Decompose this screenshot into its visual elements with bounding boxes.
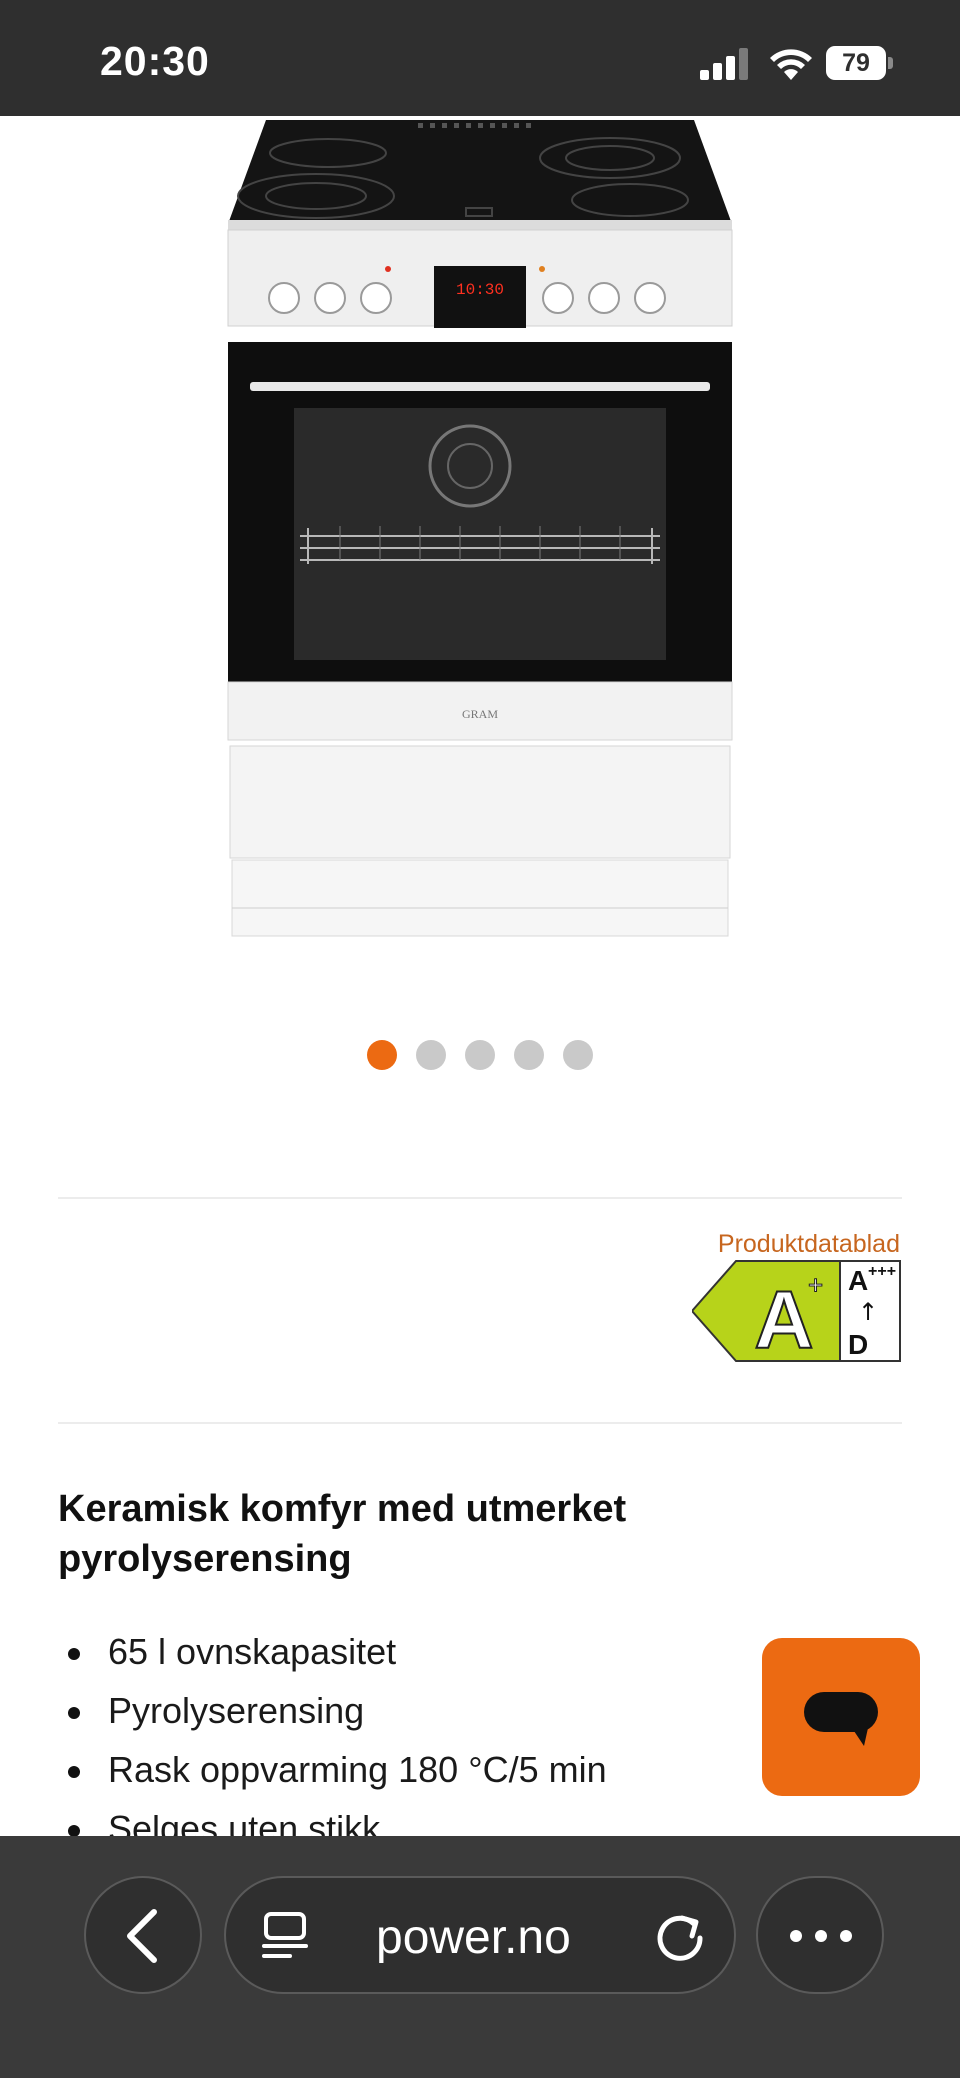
battery-icon: 79 bbox=[826, 46, 894, 80]
chevron-left-icon bbox=[127, 1909, 157, 1963]
url-text: power.no bbox=[376, 1911, 571, 1964]
wifi-icon bbox=[770, 49, 812, 80]
energy-scale-top-suffix: +++ bbox=[868, 1263, 896, 1280]
cellular-signal-icon bbox=[700, 48, 748, 80]
chat-button[interactable] bbox=[762, 1638, 920, 1796]
feature-item: Rask oppvarming 180 °C/5 min bbox=[58, 1748, 607, 1807]
feature-list: 65 l ovnskapasitet Pyrolyserensing Rask … bbox=[58, 1630, 607, 1866]
divider bbox=[58, 1422, 902, 1424]
feature-item: Pyrolyserensing bbox=[58, 1689, 607, 1748]
more-options-button[interactable] bbox=[756, 1876, 884, 1994]
battery-level: 79 bbox=[826, 46, 886, 80]
oven-display: 10:30 bbox=[456, 281, 504, 299]
status-time: 20:30 bbox=[100, 38, 210, 84]
carousel-dot[interactable] bbox=[563, 1040, 593, 1070]
energy-class: A bbox=[754, 1275, 813, 1362]
status-bar: 20:30 79 bbox=[0, 0, 960, 116]
chat-bubble-icon bbox=[804, 1692, 878, 1746]
product-datasheet-link[interactable]: Produktdatablad bbox=[718, 1230, 900, 1259]
product-image[interactable]: 10:30 GRAM bbox=[220, 116, 740, 946]
energy-scale-bottom: D bbox=[848, 1329, 868, 1360]
energy-scale-arrow: ↑ bbox=[858, 1298, 878, 1326]
carousel-dot[interactable] bbox=[514, 1040, 544, 1070]
browser-toolbar: power.no bbox=[0, 1836, 960, 2078]
energy-label[interactable]: A + A +++ ↑ D bbox=[692, 1260, 902, 1362]
energy-scale-top: A bbox=[848, 1265, 868, 1296]
energy-class-suffix: + bbox=[808, 1270, 823, 1300]
more-dots-icon bbox=[790, 1930, 852, 1942]
reader-mode-icon[interactable] bbox=[260, 1910, 310, 1962]
feature-item: 65 l ovnskapasitet bbox=[58, 1630, 607, 1689]
carousel-dot[interactable] bbox=[465, 1040, 495, 1070]
back-button[interactable] bbox=[84, 1876, 202, 1994]
carousel-dot[interactable] bbox=[367, 1040, 397, 1070]
carousel-dot[interactable] bbox=[416, 1040, 446, 1070]
address-bar[interactable]: power.no bbox=[224, 1876, 736, 1994]
carousel-indicator bbox=[0, 1040, 960, 1070]
reload-icon[interactable] bbox=[654, 1908, 708, 1964]
brand-logo: GRAM bbox=[462, 707, 498, 721]
product-title: Keramisk komfyr med utmerket pyrolyseren… bbox=[58, 1488, 627, 1580]
divider bbox=[58, 1197, 902, 1199]
